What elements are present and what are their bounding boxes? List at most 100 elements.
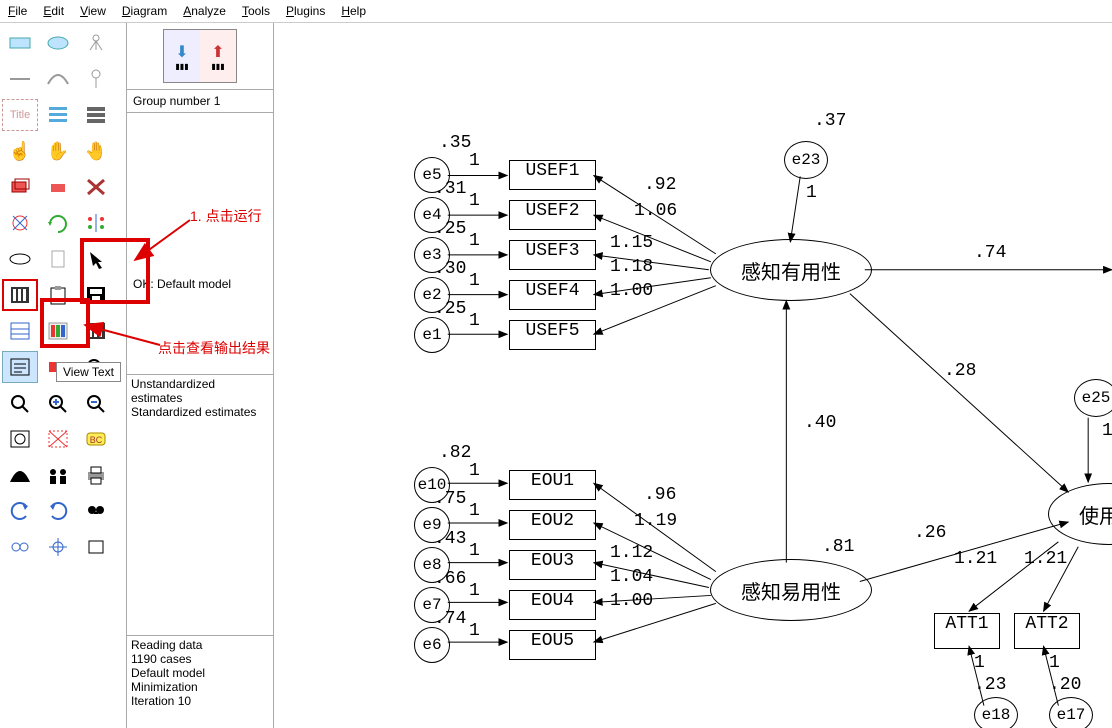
tool-fitpage[interactable] xyxy=(2,423,38,455)
menu-tools[interactable]: Tools xyxy=(242,4,270,18)
val-e9: .75 xyxy=(434,489,466,509)
latent-att[interactable]: 使用态 xyxy=(1048,483,1112,545)
tool-delete[interactable] xyxy=(78,171,114,203)
one-e10: 1 xyxy=(469,461,480,481)
val-e10: .82 xyxy=(439,443,471,463)
groups-panel[interactable]: Group number 1 xyxy=(127,90,273,113)
menu-plugins[interactable]: Plugins xyxy=(286,4,325,18)
tool-rotate[interactable] xyxy=(40,207,76,239)
tool-drag[interactable] xyxy=(40,531,76,563)
estimates-panel[interactable]: Unstandardized estimates Standardized es… xyxy=(127,375,273,637)
tool-spec[interactable] xyxy=(78,531,114,563)
pu-u4: 1.18 xyxy=(610,257,653,277)
model-item[interactable]: OK: Default model xyxy=(131,275,269,293)
tool-path[interactable] xyxy=(2,63,38,95)
tool-select-all[interactable]: ✋ xyxy=(40,135,76,167)
tool-reshape[interactable] xyxy=(2,207,38,239)
tool-undo[interactable] xyxy=(2,495,38,527)
val-e6: .74 xyxy=(434,609,466,629)
val-e5: .35 xyxy=(439,133,471,153)
tool-select-one[interactable]: ☝ xyxy=(2,135,38,167)
tool-zoom[interactable] xyxy=(2,387,38,419)
tool-deselect[interactable]: 🤚 xyxy=(78,135,114,167)
box-usef1[interactable]: USEF1 xyxy=(509,160,596,190)
log-line: Minimization xyxy=(131,680,269,694)
group-item[interactable]: Group number 1 xyxy=(131,92,269,110)
box-usef3[interactable]: USEF3 xyxy=(509,240,596,270)
tool-zoom-in[interactable] xyxy=(40,387,76,419)
menu-view[interactable]: View xyxy=(80,4,106,18)
middle-panel: ⬇▮▮▮ ⬆▮▮▮ Group number 1 OK: Default mod… xyxy=(127,23,274,728)
one-e3: 1 xyxy=(469,231,480,251)
menu-analyze[interactable]: Analyze xyxy=(183,4,226,18)
tool-calc[interactable] xyxy=(2,279,38,311)
pu-att-b: .28 xyxy=(944,361,976,381)
box-usef5[interactable]: USEF5 xyxy=(509,320,596,350)
tool-resize[interactable] xyxy=(40,423,76,455)
tool-cov[interactable] xyxy=(40,63,76,95)
tool-reflect[interactable] xyxy=(78,207,114,239)
log-line: Iteration 10 xyxy=(131,694,269,708)
tool-group[interactable] xyxy=(40,459,76,491)
menu-file[interactable]: File xyxy=(8,4,27,18)
one-e8: 1 xyxy=(469,541,480,561)
tool-copy[interactable] xyxy=(2,171,38,203)
box-eou5[interactable]: EOU5 xyxy=(509,630,596,660)
model-thumbnail[interactable]: ⬇▮▮▮ ⬆▮▮▮ xyxy=(127,23,273,90)
tool-view-text[interactable] xyxy=(2,351,38,383)
val-e7: .66 xyxy=(434,569,466,589)
latent-pu[interactable]: 感知有用性 xyxy=(710,239,872,301)
annotation-run: 1. 点击运行 xyxy=(190,206,262,226)
pe-e4: 1.04 xyxy=(610,567,653,587)
tool-scroll[interactable] xyxy=(40,243,76,275)
tool-ellipse[interactable] xyxy=(40,27,76,59)
tool-error[interactable] xyxy=(78,63,114,95)
box-att1[interactable]: ATT1 xyxy=(934,613,1000,649)
log-line: Reading data xyxy=(131,638,269,652)
box-usef4[interactable]: USEF4 xyxy=(509,280,596,310)
peou-coef: .81 xyxy=(822,537,854,557)
tool-link[interactable] xyxy=(2,531,38,563)
one-e1: 1 xyxy=(469,311,480,331)
box-att2[interactable]: ATT2 xyxy=(1014,613,1080,649)
est-std[interactable]: Standardized estimates xyxy=(131,405,269,419)
err-e6[interactable]: e6 xyxy=(414,627,450,663)
tool-props[interactable] xyxy=(2,315,38,347)
err-e25[interactable]: e25 xyxy=(1074,379,1112,417)
err-e23[interactable]: e23 xyxy=(784,141,828,179)
tool-print[interactable] xyxy=(78,459,114,491)
tool-bc[interactable]: BC xyxy=(78,423,114,455)
tool-zoom-out[interactable] xyxy=(78,387,114,419)
att-a1: 1.21 xyxy=(954,549,997,569)
menu-edit[interactable]: Edit xyxy=(43,4,64,18)
box-eou1[interactable]: EOU1 xyxy=(509,470,596,500)
err-e1[interactable]: e1 xyxy=(414,317,450,353)
tool-latent[interactable] xyxy=(78,27,114,59)
tool-stack[interactable] xyxy=(78,99,114,131)
tool-dist[interactable] xyxy=(2,459,38,491)
tool-redo[interactable] xyxy=(40,495,76,527)
est-unstd[interactable]: Unstandardized estimates xyxy=(131,377,269,405)
menu-help[interactable]: Help xyxy=(341,4,366,18)
pe-e5: 1.00 xyxy=(610,591,653,611)
val-e3: .25 xyxy=(434,219,466,239)
tool-rect[interactable] xyxy=(2,27,38,59)
menu-diagram[interactable]: Diagram xyxy=(122,4,167,18)
box-eou2[interactable]: EOU2 xyxy=(509,510,596,540)
one-e2: 1 xyxy=(469,271,480,291)
tool-move[interactable] xyxy=(40,171,76,203)
tool-find[interactable] xyxy=(78,495,114,527)
tool-moveparam[interactable] xyxy=(2,243,38,275)
diagram-canvas[interactable]: .37 e23 1 感知有用性 .35 e5 1 USEF1 .31 e4 1 … xyxy=(274,23,1112,728)
box-usef2[interactable]: USEF2 xyxy=(509,200,596,230)
latent-peou[interactable]: 感知易用性 xyxy=(710,559,872,621)
err-e17[interactable]: e17 xyxy=(1049,697,1093,728)
box-eou3[interactable]: EOU3 xyxy=(509,550,596,580)
log-line: Default model xyxy=(131,666,269,680)
err-e18[interactable]: e18 xyxy=(974,697,1018,728)
tool-list[interactable] xyxy=(40,99,76,131)
one-e7: 1 xyxy=(469,581,480,601)
peou-pu: .40 xyxy=(804,413,836,433)
tool-title[interactable]: Title xyxy=(2,99,38,131)
box-eou4[interactable]: EOU4 xyxy=(509,590,596,620)
